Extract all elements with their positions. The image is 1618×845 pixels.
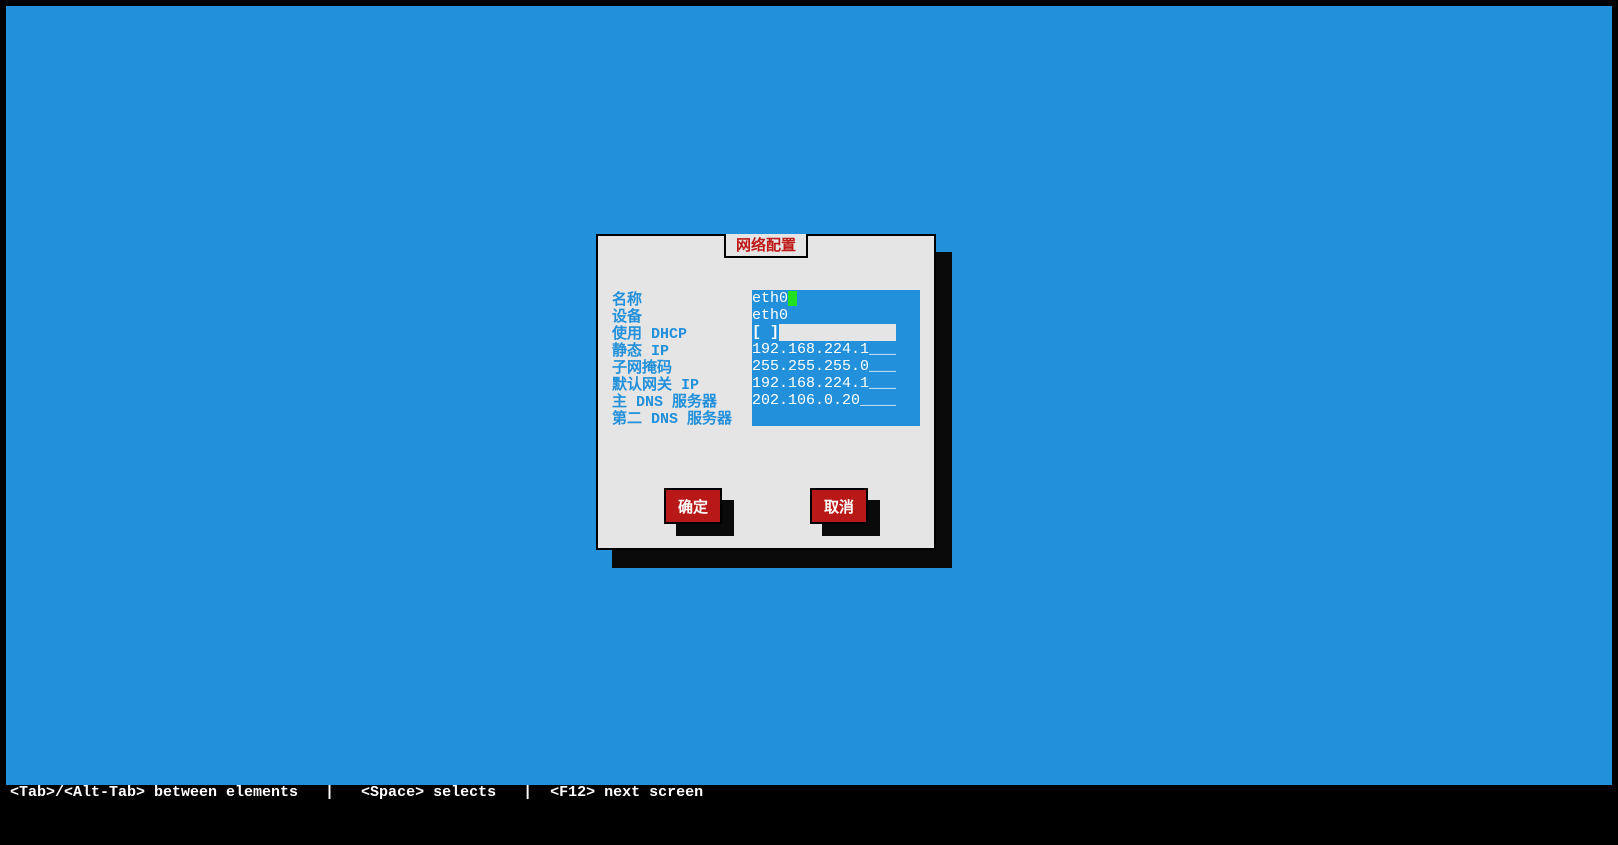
row-secondary-dns: 第二 DNS 服务器 bbox=[612, 409, 920, 426]
input-device[interactable]: eth0 bbox=[752, 307, 920, 324]
dialog-button-row: 确定 取消 bbox=[598, 488, 934, 524]
dialog-title: 网络配置 bbox=[724, 234, 808, 258]
cancel-button[interactable]: 取消 bbox=[810, 488, 868, 524]
input-netmask[interactable]: 255.255.255.0___ bbox=[752, 358, 920, 375]
input-static-ip[interactable]: 192.168.224.1___ bbox=[752, 341, 920, 358]
label-secondary-dns: 第二 DNS 服务器 bbox=[612, 407, 752, 428]
input-gateway[interactable]: 192.168.224.1___ bbox=[752, 375, 920, 392]
input-name[interactable]: eth0 bbox=[752, 290, 920, 307]
checkbox-use-dhcp[interactable]: [ ] bbox=[752, 324, 920, 341]
input-secondary-dns[interactable] bbox=[752, 409, 920, 426]
network-config-dialog: 网络配置 名称 eth0 设备 eth0 使用 DHCP [ ] 静态 IP 1… bbox=[596, 234, 936, 550]
ok-button[interactable]: 确定 bbox=[664, 488, 722, 524]
status-bar: <Tab>/<Alt-Tab> between elements | <Spac… bbox=[10, 784, 703, 801]
text-cursor-icon bbox=[788, 291, 797, 306]
form-area: 名称 eth0 设备 eth0 使用 DHCP [ ] 静态 IP 192.16… bbox=[612, 290, 920, 426]
terminal-screen: 网络配置 名称 eth0 设备 eth0 使用 DHCP [ ] 静态 IP 1… bbox=[0, 0, 1618, 845]
input-primary-dns[interactable]: 202.106.0.20____ bbox=[752, 392, 920, 409]
